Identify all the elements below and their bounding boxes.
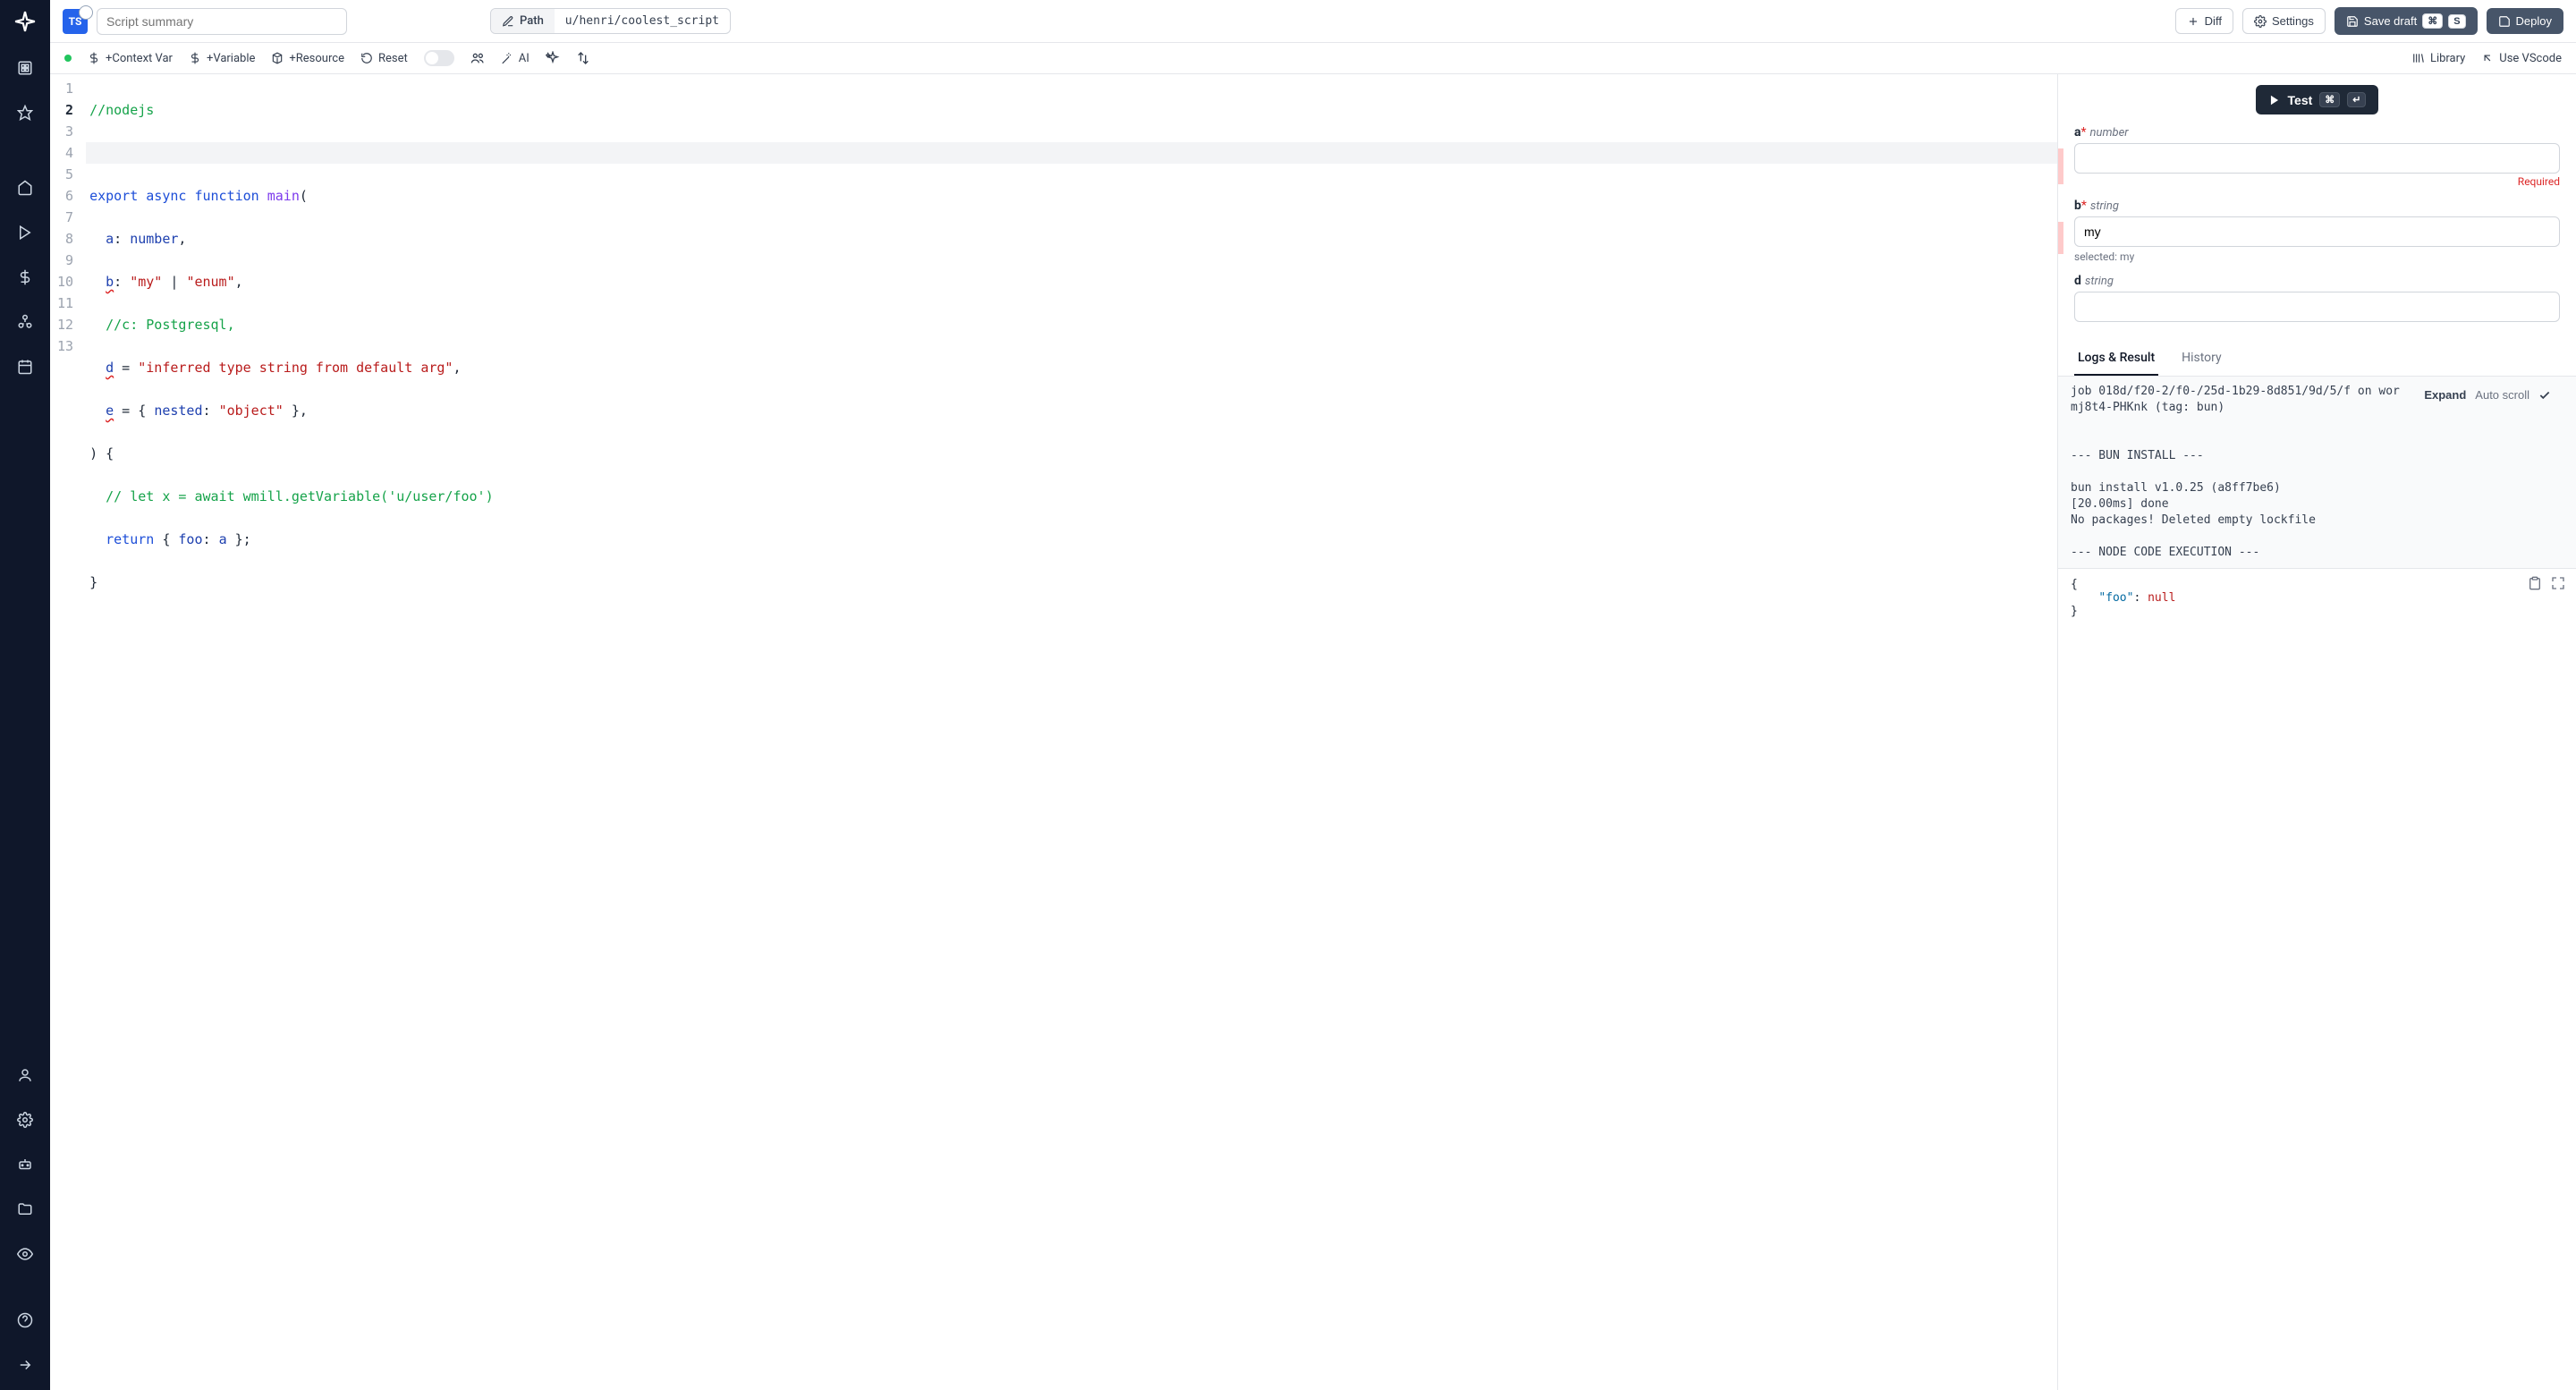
sidebar-help-icon[interactable]	[9, 1304, 41, 1336]
sidebar-collapse-icon[interactable]	[9, 1349, 41, 1381]
tab-logs[interactable]: Logs & Result	[2074, 342, 2158, 376]
param-a-error: Required	[2074, 175, 2560, 188]
sidebar-star-icon[interactable]	[9, 97, 41, 129]
settings-button[interactable]: Settings	[2242, 8, 2326, 34]
sidebar-resources-icon[interactable]	[9, 306, 41, 338]
test-button[interactable]: Test ⌘ ↵	[2256, 85, 2379, 114]
result-output: { "foo": null }	[2058, 568, 2576, 1390]
check-icon[interactable]	[2538, 389, 2551, 402]
path-selector[interactable]: Path u/henri/coolest_script	[490, 8, 731, 34]
topbar: TS Path u/henri/coolest_script Diff Sett…	[50, 0, 2576, 43]
ai-button[interactable]: AI	[501, 52, 530, 65]
deploy-icon	[2498, 15, 2511, 28]
diff-button[interactable]: Diff	[2175, 8, 2233, 34]
logs-panel: Expand Auto scroll job 018d/f20-2/f0-/25…	[2058, 377, 2576, 1390]
param-d-input[interactable]	[2074, 292, 2560, 322]
dollar-icon	[189, 52, 201, 64]
param-a-input[interactable]	[2074, 143, 2560, 174]
tab-history[interactable]: History	[2178, 342, 2225, 376]
sidebar-user-icon[interactable]	[9, 1059, 41, 1091]
right-pane: Test ⌘ ↵ a*number Required b*	[2057, 74, 2576, 1390]
library-icon	[2412, 52, 2425, 64]
editor-toolbar: +Context Var +Variable +Resource Reset A…	[50, 43, 2576, 74]
sidebar-scripts-icon[interactable]	[9, 52, 41, 84]
code-editor[interactable]: 12345678910111213 //nodejs export async …	[50, 74, 2057, 1390]
error-indicator	[2058, 222, 2063, 254]
line-gutter: 12345678910111213	[50, 74, 86, 1390]
gear-icon	[2254, 15, 2267, 28]
dollar-icon	[88, 52, 100, 64]
code-content: //nodejs export async function main( a: …	[86, 74, 2057, 1390]
cube-icon	[271, 52, 284, 64]
kbd-cmd: ⌘	[2422, 13, 2443, 29]
kbd-cmd: ⌘	[2319, 92, 2340, 107]
sidebar-variables-icon[interactable]	[9, 261, 41, 293]
log-output: Expand Auto scroll job 018d/f20-2/f0-/25…	[2058, 377, 2576, 568]
toggle-switch[interactable]	[424, 50, 454, 66]
play-icon	[2268, 94, 2281, 106]
path-value: u/henri/coolest_script	[555, 9, 730, 33]
param-b-input[interactable]	[2074, 216, 2560, 247]
params-form: a*number Required b*string selected: my …	[2058, 122, 2576, 342]
save-draft-button[interactable]: Save draft ⌘ S	[2334, 7, 2478, 35]
deploy-button[interactable]: Deploy	[2487, 8, 2563, 34]
context-var-button[interactable]: +Context Var	[88, 52, 173, 65]
resource-button[interactable]: +Resource	[271, 52, 344, 65]
param-b-label: b*string	[2074, 199, 2560, 213]
clipboard-icon[interactable]	[2528, 576, 2542, 590]
param-d-label: dstring	[2074, 274, 2560, 288]
users-icon[interactable]	[470, 51, 485, 65]
wand-icon	[501, 52, 513, 64]
error-indicator	[2058, 148, 2063, 184]
variable-button[interactable]: +Variable	[189, 52, 255, 65]
sidebar-settings-icon[interactable]	[9, 1104, 41, 1136]
library-button[interactable]: Library	[2412, 52, 2465, 65]
path-label: Path	[491, 9, 555, 33]
status-dot	[64, 55, 72, 62]
kbd-s: S	[2448, 14, 2465, 29]
kbd-enter: ↵	[2347, 92, 2366, 107]
sidebar-schedules-icon[interactable]	[9, 351, 41, 383]
sidebar-workers-icon[interactable]	[9, 1148, 41, 1181]
typescript-badge: TS	[63, 9, 88, 34]
windmill-logo[interactable]	[13, 9, 38, 34]
script-summary-input[interactable]	[97, 8, 347, 35]
expand-icon[interactable]	[2551, 576, 2565, 590]
sidebar-folders-icon[interactable]	[9, 1193, 41, 1225]
pencil-icon	[502, 15, 514, 28]
app-sidebar	[0, 0, 50, 1390]
vscode-button[interactable]: Use VScode	[2481, 52, 2562, 65]
plus-icon	[2187, 15, 2199, 28]
autoscroll-label: Auto scroll	[2475, 387, 2529, 403]
sidebar-runs-icon[interactable]	[9, 216, 41, 249]
expand-button[interactable]: Expand	[2424, 387, 2466, 403]
external-icon	[2481, 52, 2494, 64]
sidebar-eye-icon[interactable]	[9, 1238, 41, 1270]
sparkle-icon[interactable]	[546, 51, 560, 65]
result-tabs: Logs & Result History	[2058, 342, 2576, 377]
param-a-label: a*number	[2074, 125, 2560, 140]
sidebar-home-icon[interactable]	[9, 172, 41, 204]
reset-button[interactable]: Reset	[360, 52, 408, 65]
reset-icon	[360, 52, 373, 64]
save-icon	[2346, 15, 2359, 28]
format-icon[interactable]	[576, 51, 590, 65]
param-b-hint: selected: my	[2074, 250, 2560, 263]
